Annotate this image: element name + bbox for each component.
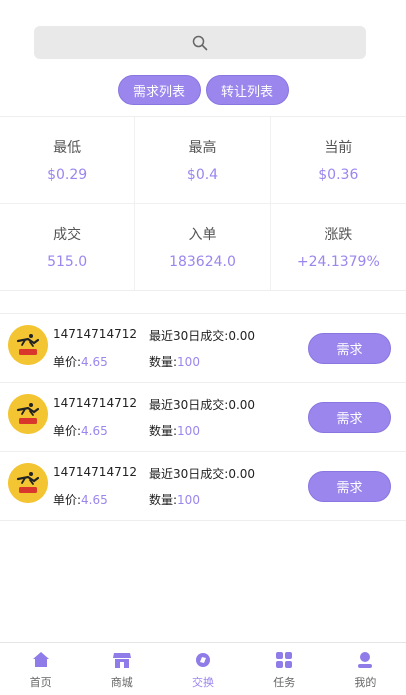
runner-logo-icon [8,394,48,434]
unit-price: 单价:4.65 [53,491,108,508]
list-tabs: 需求列表 转让列表 [0,75,406,105]
tab-demand-list[interactable]: 需求列表 [117,75,201,105]
stat-value: $0.29 [47,166,88,183]
nav-label: 首页 [29,676,52,689]
qty-value: 100 [177,424,200,438]
demand-button[interactable]: 需求 [308,333,391,364]
price-value: 4.65 [81,493,108,507]
user-id: 14714714712 [53,327,137,341]
stat-label: 当前 [324,139,353,156]
avatar [8,325,48,365]
nav-home[interactable]: 首页 [0,643,81,695]
nav-exchange[interactable]: 交换 [162,643,243,695]
unit-price: 单价:4.65 [53,353,108,370]
exchange-icon [196,653,210,667]
qty-label: 数量: [149,424,178,438]
task-grid-icon [276,652,293,668]
list-item: 14714714712 单价:4.65 最近30日成交:0.00 数量:100 … [0,383,406,452]
stat-value: 515.0 [47,253,88,270]
avatar [8,463,48,503]
stat-value: $0.36 [318,166,359,183]
demand-button[interactable]: 需求 [308,402,391,433]
unit-price: 单价:4.65 [53,422,108,439]
stat-label: 入单 [188,226,217,243]
stat-label: 最高 [188,139,217,156]
recent-deals: 最近30日成交:0.00 [149,467,256,481]
list-item: 14714714712 单价:4.65 最近30日成交:0.00 数量:100 … [0,314,406,383]
stat-label: 成交 [53,226,82,243]
search-icon [192,35,208,50]
nav-label: 我的 [354,676,377,689]
bottom-nav: 首页 商城 交换 任务 我的 [0,642,406,695]
shop-icon [112,653,131,668]
stat-lowest: 最低 $0.29 [0,117,136,204]
avatar [8,394,48,434]
qty-value: 100 [177,355,200,369]
nav-profile[interactable]: 我的 [325,643,406,695]
runner-logo-icon [8,463,48,503]
qty-label: 数量: [149,355,178,369]
search-bar[interactable] [34,26,366,59]
price-label: 单价: [53,493,82,507]
stat-highest: 最高 $0.4 [135,117,271,204]
tab-transfer-list[interactable]: 转让列表 [205,75,289,105]
nav-label: 商城 [110,676,133,689]
quantity: 数量:100 [149,422,200,439]
nav-label: 任务 [273,676,296,689]
nav-shop[interactable]: 商城 [81,643,162,695]
demand-button[interactable]: 需求 [308,471,391,502]
price-label: 单价: [53,424,82,438]
price-value: 4.65 [81,355,108,369]
home-icon [32,652,49,667]
price-value: 4.65 [81,424,108,438]
stat-current: 当前 $0.36 [270,117,406,204]
stat-value: $0.4 [186,166,219,183]
price-label: 单价: [53,355,82,369]
user-icon [358,652,373,668]
stat-value: +24.1379% [296,253,380,270]
stat-change: 涨跌 +24.1379% [271,204,406,291]
qty-value: 100 [177,493,200,507]
stat-label: 涨跌 [324,226,353,243]
runner-logo-icon [8,325,48,365]
recent-deals: 最近30日成交:0.00 [149,329,256,343]
stat-label: 最低 [53,139,82,156]
user-id: 14714714712 [53,465,137,479]
stat-value: 183624.0 [169,253,236,270]
listing-list: 14714714712 单价:4.65 最近30日成交:0.00 数量:100 … [0,313,406,521]
quantity: 数量:100 [149,491,200,508]
qty-label: 数量: [149,493,178,507]
user-id: 14714714712 [53,396,137,410]
recent-deals: 最近30日成交:0.00 [149,398,256,412]
nav-tasks[interactable]: 任务 [244,643,325,695]
quantity: 数量:100 [149,353,200,370]
market-stats: 最低 $0.29 最高 $0.4 当前 $0.36 成交 515.0 入单 18… [0,116,406,291]
list-item: 14714714712 单价:4.65 最近30日成交:0.00 数量:100 … [0,452,406,521]
nav-label: 交换 [192,676,214,689]
stat-orders: 入单 183624.0 [135,203,271,290]
stat-deals: 成交 515.0 [0,203,136,290]
